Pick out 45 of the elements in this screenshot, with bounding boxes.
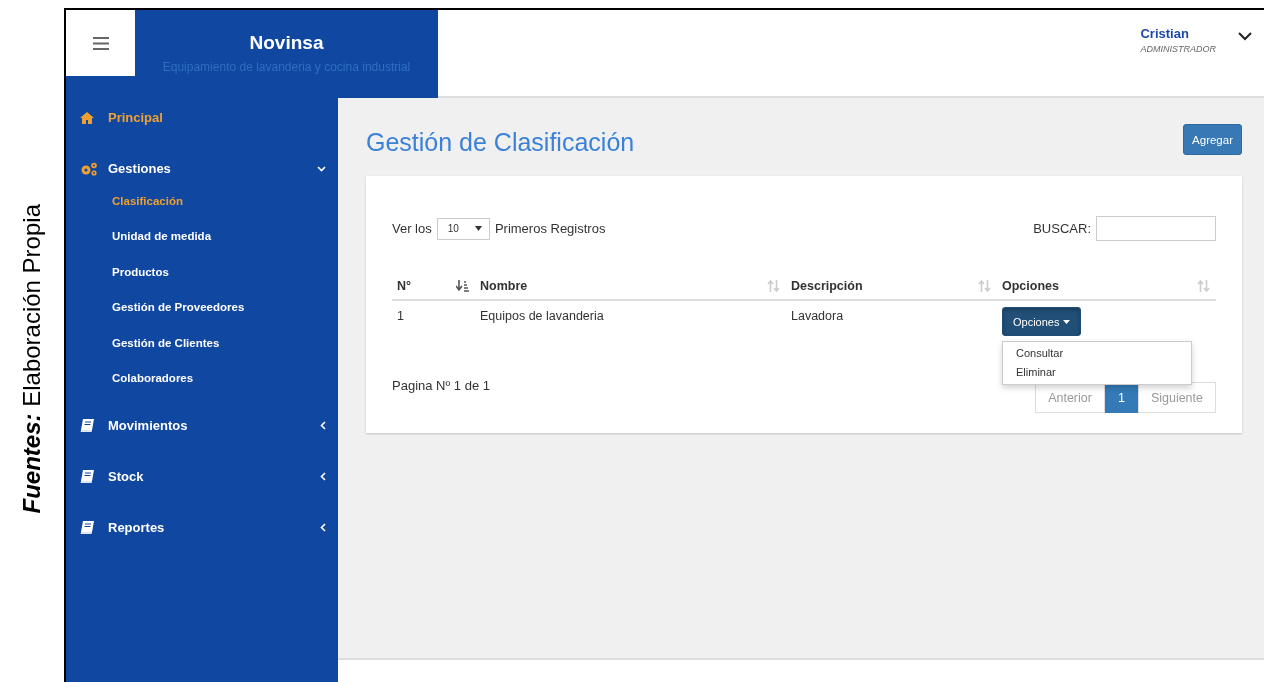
gears-icon bbox=[80, 161, 98, 176]
sidebar-item[interactable]: Principal bbox=[66, 92, 338, 143]
menu-icon bbox=[92, 36, 109, 50]
house-icon bbox=[80, 111, 94, 124]
figure-caption: Fuentes: Elaboración Propia bbox=[18, 204, 46, 514]
table-cell: Equipos de lavanderia bbox=[475, 300, 786, 344]
menu-item[interactable]: Eliminar bbox=[1003, 363, 1191, 382]
caret-down-icon bbox=[474, 226, 482, 231]
submenu-item[interactable]: Unidad de medida bbox=[66, 219, 338, 255]
length-label: Primeros Registros bbox=[494, 221, 606, 236]
table-cell: Lavadora bbox=[786, 300, 997, 344]
page-size-select[interactable]: 10 bbox=[436, 217, 490, 240]
submenu-item[interactable]: Colaboradores bbox=[66, 360, 338, 397]
sidebar-item[interactable]: Stock bbox=[66, 451, 338, 503]
user-name: Cristian bbox=[1140, 26, 1190, 41]
length-label: Ver los bbox=[392, 221, 432, 236]
sidebar-item[interactable]: Reportes bbox=[66, 502, 338, 554]
submenu-item[interactable]: Gestión de Clientes bbox=[66, 325, 338, 361]
book-icon bbox=[80, 419, 94, 433]
column-header[interactable]: Nombre bbox=[475, 273, 786, 300]
submenu-item[interactable]: Gestión de Proveedores bbox=[66, 290, 338, 326]
menu-item[interactable]: Consultar bbox=[1003, 344, 1191, 363]
search-field[interactable] bbox=[1096, 216, 1216, 241]
book-icon bbox=[80, 470, 94, 484]
options-button[interactable]: Opciones bbox=[1002, 307, 1082, 336]
chevron-down-icon bbox=[1238, 32, 1252, 41]
page-info: Pagina Nº 1 de 1 bbox=[392, 378, 490, 393]
column-header[interactable]: Opciones bbox=[997, 273, 1216, 300]
user-menu[interactable]: Cristian ADMINISTRADOR bbox=[1140, 10, 1264, 54]
add-button[interactable]: Agregar bbox=[1183, 124, 1242, 155]
user-role: ADMINISTRADOR bbox=[1140, 44, 1216, 54]
chevron-down-icon bbox=[317, 165, 326, 172]
brand-name: Novinsa bbox=[249, 32, 324, 54]
column-header[interactable]: N° bbox=[392, 273, 475, 300]
chevron-left-icon bbox=[320, 421, 326, 431]
table-cell: 1 bbox=[392, 300, 475, 344]
column-header[interactable]: Descripción bbox=[786, 273, 997, 300]
chevron-left-icon bbox=[320, 523, 326, 533]
page-title: Gestión de Clasificación bbox=[366, 127, 635, 157]
submenu-item[interactable]: Productos bbox=[66, 254, 338, 291]
sidebar-item[interactable]: Movimientos bbox=[66, 400, 338, 452]
chevron-left-icon bbox=[320, 472, 326, 482]
caret-down-icon bbox=[1063, 319, 1071, 324]
book-icon bbox=[80, 521, 94, 535]
search-label: BUSCAR: bbox=[1033, 221, 1091, 236]
